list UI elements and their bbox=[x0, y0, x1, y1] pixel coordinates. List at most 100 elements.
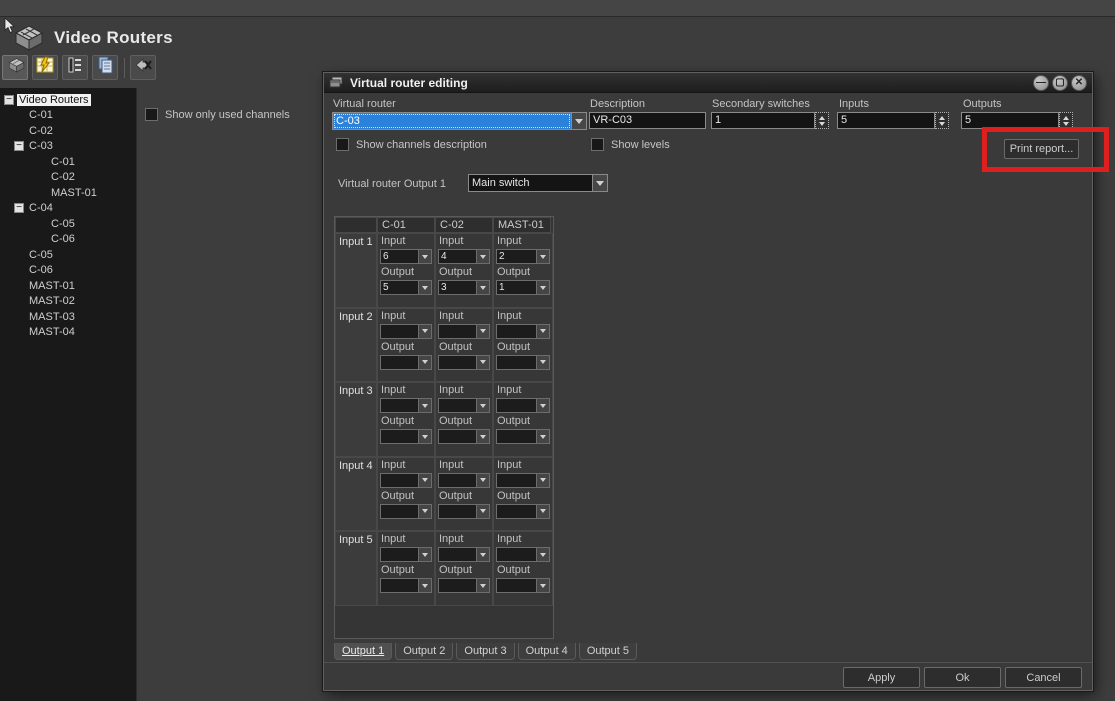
ok-button[interactable]: Ok bbox=[924, 667, 1001, 688]
input-select[interactable] bbox=[438, 473, 490, 488]
dropdown-arrow-icon[interactable] bbox=[419, 429, 432, 444]
output-select[interactable] bbox=[380, 504, 432, 519]
video-router-tool-button[interactable] bbox=[2, 55, 28, 80]
tree-item-c-03[interactable]: −C-03 bbox=[0, 139, 136, 155]
input-select[interactable] bbox=[496, 473, 550, 488]
output-select[interactable] bbox=[496, 578, 550, 593]
checkbox-icon[interactable] bbox=[145, 108, 158, 121]
spinner-icon[interactable] bbox=[815, 112, 829, 129]
tree-item-c-06[interactable]: C-06 bbox=[0, 263, 136, 279]
copy-tool-button[interactable] bbox=[92, 55, 118, 80]
output-select[interactable] bbox=[380, 355, 432, 370]
output-select[interactable] bbox=[496, 504, 550, 519]
input-select[interactable] bbox=[496, 398, 550, 413]
tree-root-video-routers[interactable]: − Video Routers bbox=[0, 92, 136, 108]
tree-item-mast-02[interactable]: MAST-02 bbox=[0, 294, 136, 310]
inputs-value[interactable]: 5 bbox=[837, 112, 935, 129]
dropdown-arrow-icon[interactable] bbox=[477, 473, 490, 488]
tree-item-c-01[interactable]: C-01 bbox=[0, 108, 136, 124]
dropdown-arrow-icon[interactable] bbox=[537, 578, 550, 593]
input-select[interactable] bbox=[438, 398, 490, 413]
tree-item-mast-04[interactable]: MAST-04 bbox=[0, 325, 136, 341]
dropdown-arrow-icon[interactable] bbox=[537, 429, 550, 444]
dropdown-arrow-icon[interactable] bbox=[419, 547, 432, 562]
input-select[interactable] bbox=[438, 324, 490, 339]
secondary-switches-field[interactable]: 1 bbox=[711, 112, 829, 129]
dropdown-arrow-icon[interactable] bbox=[593, 174, 608, 192]
dropdown-arrow-icon[interactable] bbox=[419, 249, 432, 264]
input-select[interactable]: 2 bbox=[496, 249, 550, 264]
output-select[interactable] bbox=[496, 429, 550, 444]
dropdown-arrow-icon[interactable] bbox=[537, 249, 550, 264]
minimize-button[interactable]: — bbox=[1033, 75, 1049, 91]
dropdown-arrow-icon[interactable] bbox=[419, 578, 432, 593]
dropdown-arrow-icon[interactable] bbox=[477, 547, 490, 562]
close-button[interactable]: ✕ bbox=[1071, 75, 1087, 91]
show-only-used-channels-checkbox[interactable]: Show only used channels bbox=[145, 108, 290, 121]
dropdown-arrow-icon[interactable] bbox=[419, 473, 432, 488]
input-select[interactable] bbox=[380, 547, 432, 562]
secondary-switches-value[interactable]: 1 bbox=[711, 112, 815, 129]
output-select[interactable]: 1 bbox=[496, 280, 550, 295]
output-select[interactable] bbox=[380, 429, 432, 444]
output-select[interactable] bbox=[438, 504, 490, 519]
dropdown-arrow-icon[interactable] bbox=[419, 324, 432, 339]
tab-output-3[interactable]: Output 3 bbox=[456, 643, 514, 660]
print-report-button[interactable]: Print report... bbox=[1004, 139, 1079, 159]
clear-assignment-tool-button[interactable] bbox=[130, 55, 156, 80]
show-levels-checkbox[interactable]: Show levels bbox=[591, 138, 670, 151]
show-channels-description-checkbox[interactable]: Show channels description bbox=[336, 138, 487, 151]
spinner-icon[interactable] bbox=[935, 112, 949, 129]
output-select[interactable] bbox=[438, 429, 490, 444]
tree-item-c-02[interactable]: C-02 bbox=[0, 123, 136, 139]
input-select[interactable]: 4 bbox=[438, 249, 490, 264]
input-select[interactable] bbox=[496, 324, 550, 339]
inputs-field[interactable]: 5 bbox=[837, 112, 949, 129]
output-select[interactable] bbox=[438, 578, 490, 593]
input-select[interactable] bbox=[438, 547, 490, 562]
description-field[interactable]: VR-C03 bbox=[589, 112, 706, 129]
collapse-icon[interactable]: − bbox=[14, 203, 24, 213]
dropdown-arrow-icon[interactable] bbox=[537, 473, 550, 488]
main-switch-select[interactable]: Main switch bbox=[468, 174, 608, 192]
output-select[interactable] bbox=[380, 578, 432, 593]
dropdown-arrow-icon[interactable] bbox=[419, 355, 432, 370]
outputs-value[interactable]: 5 bbox=[961, 112, 1059, 129]
spinner-icon[interactable] bbox=[1059, 112, 1073, 129]
checkbox-icon[interactable] bbox=[336, 138, 349, 151]
matrix-switch-tool-button[interactable] bbox=[32, 55, 58, 80]
dropdown-arrow-icon[interactable] bbox=[537, 504, 550, 519]
dropdown-arrow-icon[interactable] bbox=[537, 398, 550, 413]
tab-output-4[interactable]: Output 4 bbox=[518, 643, 576, 660]
dropdown-arrow-icon[interactable] bbox=[419, 504, 432, 519]
dropdown-arrow-icon[interactable] bbox=[419, 398, 432, 413]
tree-item-c-06[interactable]: C-06 bbox=[0, 232, 136, 248]
tree-item-mast-01[interactable]: MAST-01 bbox=[0, 185, 136, 201]
tab-output-5[interactable]: Output 5 bbox=[579, 643, 637, 660]
dropdown-arrow-icon[interactable] bbox=[537, 355, 550, 370]
tree-item-mast-03[interactable]: MAST-03 bbox=[0, 309, 136, 325]
tab-output-1[interactable]: Output 1 bbox=[334, 643, 392, 660]
tree-item-c-02[interactable]: C-02 bbox=[0, 170, 136, 186]
dropdown-arrow-icon[interactable] bbox=[477, 504, 490, 519]
tree-item-c-05[interactable]: C-05 bbox=[0, 216, 136, 232]
collapse-icon[interactable]: − bbox=[14, 141, 24, 151]
input-select[interactable] bbox=[496, 547, 550, 562]
tree-item-mast-01[interactable]: MAST-01 bbox=[0, 278, 136, 294]
apply-button[interactable]: Apply bbox=[843, 667, 920, 688]
dropdown-arrow-icon[interactable] bbox=[537, 280, 550, 295]
tree-item-c-01[interactable]: C-01 bbox=[0, 154, 136, 170]
tree-item-c-05[interactable]: C-05 bbox=[0, 247, 136, 263]
input-select[interactable]: 6 bbox=[380, 249, 432, 264]
checkbox-icon[interactable] bbox=[591, 138, 604, 151]
output-select[interactable]: 5 bbox=[380, 280, 432, 295]
maximize-button[interactable]: ▢ bbox=[1052, 75, 1068, 91]
input-select[interactable] bbox=[380, 473, 432, 488]
tab-output-2[interactable]: Output 2 bbox=[395, 643, 453, 660]
input-select[interactable] bbox=[380, 324, 432, 339]
input-select[interactable] bbox=[380, 398, 432, 413]
outputs-field[interactable]: 5 bbox=[961, 112, 1073, 129]
cancel-button[interactable]: Cancel bbox=[1005, 667, 1082, 688]
dropdown-arrow-icon[interactable] bbox=[477, 280, 490, 295]
dropdown-arrow-icon[interactable] bbox=[572, 112, 587, 130]
